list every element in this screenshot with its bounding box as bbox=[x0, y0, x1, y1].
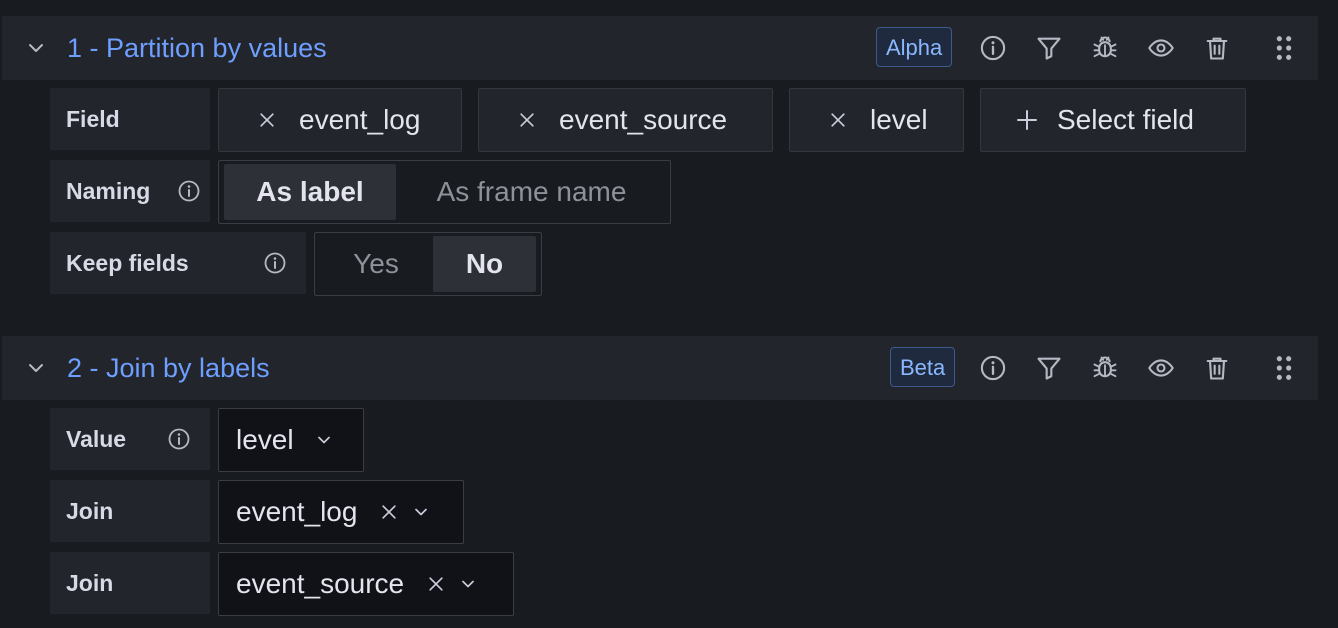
field-chip-event-log[interactable]: event_log bbox=[218, 88, 462, 152]
value-select[interactable]: level bbox=[218, 408, 364, 472]
beta-badge: Beta bbox=[890, 347, 956, 387]
chevron-down-icon[interactable] bbox=[24, 36, 48, 60]
field-label-box: Field bbox=[50, 88, 210, 150]
info-icon[interactable] bbox=[177, 179, 201, 203]
field-chip-label: event_log bbox=[299, 104, 421, 135]
transform-1-header[interactable]: 1 - Partition by values Alpha bbox=[2, 16, 1318, 80]
trash-icon[interactable] bbox=[1203, 354, 1231, 382]
clear-icon[interactable] bbox=[379, 502, 399, 522]
drag-handle-icon[interactable] bbox=[1270, 34, 1298, 62]
join-label-box: Join bbox=[50, 480, 210, 542]
keep-fields-option-no[interactable]: No bbox=[433, 236, 536, 292]
bug-icon[interactable] bbox=[1091, 34, 1119, 62]
join-label-box: Join bbox=[50, 552, 210, 614]
keep-fields-label: Keep fields bbox=[66, 250, 189, 276]
select-field-button[interactable]: Select field bbox=[980, 88, 1246, 152]
info-icon[interactable] bbox=[263, 251, 287, 275]
join-label: Join bbox=[66, 570, 114, 596]
close-icon[interactable] bbox=[828, 110, 848, 130]
naming-radio-group: As label As frame name bbox=[218, 160, 671, 224]
eye-icon[interactable] bbox=[1147, 34, 1175, 62]
join-select-event-log[interactable]: event_log bbox=[218, 480, 464, 544]
info-icon[interactable] bbox=[979, 34, 1007, 62]
alpha-badge: Alpha bbox=[876, 27, 953, 67]
keep-fields-label-box: Keep fields bbox=[50, 232, 306, 294]
chevron-down-icon[interactable] bbox=[314, 430, 334, 450]
keep-fields-option-yes[interactable]: Yes bbox=[320, 236, 432, 292]
trash-icon[interactable] bbox=[1203, 34, 1231, 62]
close-icon[interactable] bbox=[257, 110, 277, 130]
eye-icon[interactable] bbox=[1147, 354, 1175, 382]
filter-icon[interactable] bbox=[1035, 354, 1063, 382]
naming-option-as-label[interactable]: As label bbox=[224, 164, 396, 220]
transform-2-title[interactable]: 2 - Join by labels bbox=[67, 336, 270, 400]
transform-1-title[interactable]: 1 - Partition by values bbox=[67, 16, 327, 80]
naming-option-as-frame-name[interactable]: As frame name bbox=[399, 164, 664, 220]
close-icon[interactable] bbox=[517, 110, 537, 130]
filter-icon[interactable] bbox=[1035, 34, 1063, 62]
bug-icon[interactable] bbox=[1091, 354, 1119, 382]
value-label: Value bbox=[66, 426, 127, 452]
field-chip-event-source[interactable]: event_source bbox=[478, 88, 773, 152]
join-select-text: event_log bbox=[236, 496, 358, 527]
value-label-box: Value bbox=[50, 408, 210, 470]
transform-2-header[interactable]: 2 - Join by labels Beta bbox=[2, 336, 1318, 400]
join-select-text: event_source bbox=[236, 568, 405, 599]
field-label: Field bbox=[66, 106, 120, 132]
clear-icon[interactable] bbox=[426, 574, 446, 594]
field-chip-label: level bbox=[870, 104, 928, 135]
join-label: Join bbox=[66, 498, 114, 524]
info-icon[interactable] bbox=[979, 354, 1007, 382]
chevron-down-icon[interactable] bbox=[411, 502, 431, 522]
naming-label: Naming bbox=[66, 178, 151, 204]
keep-fields-radio-group: Yes No bbox=[314, 232, 542, 296]
chevron-down-icon[interactable] bbox=[458, 574, 478, 594]
naming-label-box: Naming bbox=[50, 160, 210, 222]
join-select-event-source[interactable]: event_source bbox=[218, 552, 514, 616]
plus-icon bbox=[1015, 108, 1039, 132]
select-field-label: Select field bbox=[1057, 104, 1194, 135]
value-select-text: level bbox=[236, 424, 294, 455]
drag-handle-icon[interactable] bbox=[1270, 354, 1298, 382]
chevron-down-icon[interactable] bbox=[24, 356, 48, 380]
info-icon[interactable] bbox=[167, 427, 191, 451]
field-chip-label: event_source bbox=[559, 104, 728, 135]
field-chip-level[interactable]: level bbox=[789, 88, 964, 152]
